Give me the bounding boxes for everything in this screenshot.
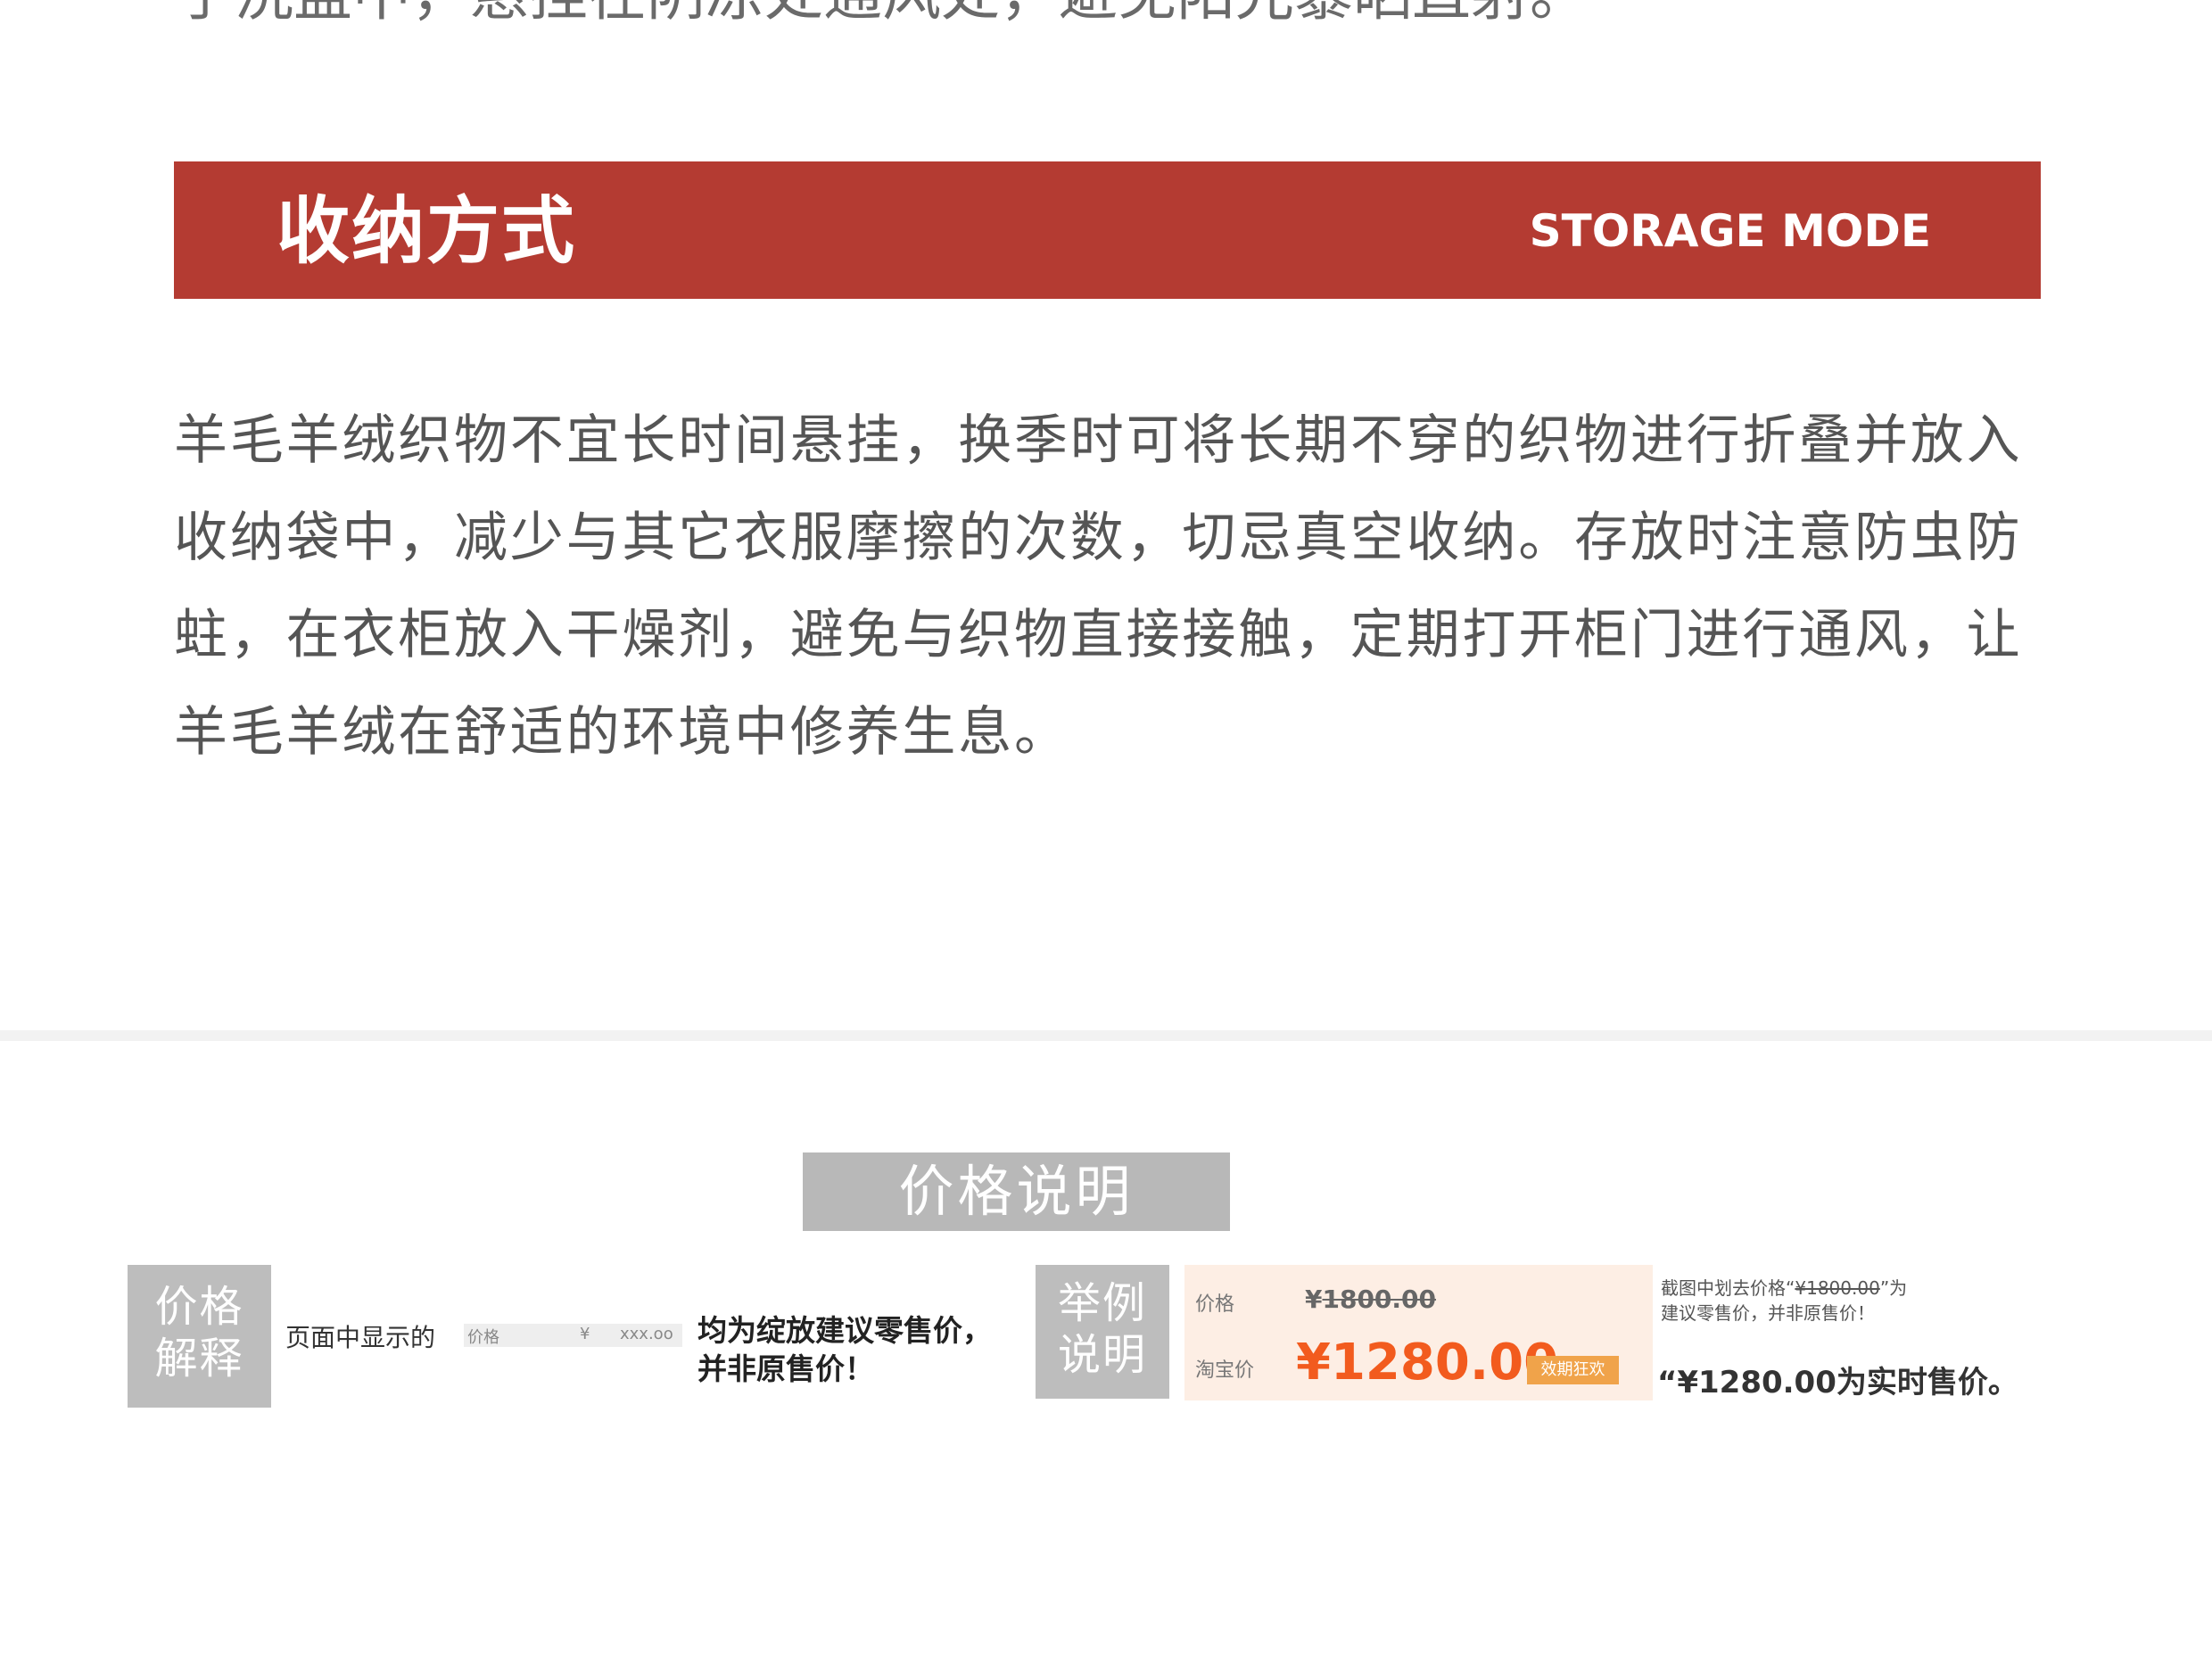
shown-price-label: 页面中显示的	[285, 1323, 436, 1352]
example-price-label: 价格	[1195, 1293, 1235, 1316]
previous-section-text: 手洗盆中，悬挂在阴凉处通风处，避免阳光暴晒直射。	[176, 0, 2049, 30]
price-notice-title: 价格说明	[803, 1152, 1230, 1231]
example-currency: ¥	[1305, 1285, 1323, 1314]
storage-instructions: 羊毛羊绒织物不宜长时间悬挂，换季时可将长期不穿的织物进行折叠并放入收纳袋中，减少…	[174, 409, 2023, 764]
price-explanation-box: 价格 解释	[128, 1265, 271, 1408]
price-note-small: 截图中划去价格“¥1800.00”为 建议零售价，并非原售价！	[1661, 1276, 1907, 1326]
mini-price-field: 价格 ¥ xxx.oo	[464, 1324, 682, 1347]
price-claim: 均为绽放建议零售价， 并非原售价！	[697, 1311, 992, 1388]
example-box-label: 举例 说明	[1036, 1265, 1169, 1399]
note-small-strike: ¥1800.00	[1795, 1277, 1880, 1299]
example-label-line2: 说明	[1057, 1330, 1147, 1380]
price-example-screenshot: 价格 ¥1800.00 淘宝价 ¥1280.00 效期狂欢	[1184, 1265, 1653, 1400]
price-note-realtime: “¥1280.00为实时售价。	[1657, 1365, 2018, 1400]
storage-mode-banner: 收纳方式 STORAGE MODE	[174, 161, 2041, 299]
price-explanation-line2: 解释	[154, 1334, 244, 1384]
example-label-line1: 举例	[1057, 1278, 1147, 1328]
example-taobao-label: 淘宝价	[1195, 1359, 1255, 1382]
example-promo-tag: 效期狂欢	[1527, 1356, 1619, 1384]
note-small-line1: 截图中划去价格“¥1800.00”为	[1661, 1276, 1907, 1301]
example-original-price: ¥1800.00	[1305, 1285, 1436, 1314]
note-small-line2: 建议零售价，并非原售价！	[1661, 1302, 1875, 1324]
section-title-en: STORAGE MODE	[1529, 205, 1931, 257]
note-small-suffix: ”为	[1879, 1277, 1908, 1299]
mini-field-value: xxx.oo	[620, 1325, 673, 1343]
example-original-value: 1800.00	[1322, 1285, 1437, 1314]
mini-field-currency: ¥	[580, 1325, 590, 1343]
note-small-prefix: 截图中划去价格“	[1661, 1277, 1795, 1299]
section-title-zh: 收纳方式	[276, 189, 577, 274]
price-explanation-line1: 价格	[154, 1282, 244, 1332]
example-current-price: ¥1280.00	[1296, 1334, 1559, 1392]
mini-field-label: 价格	[467, 1328, 499, 1347]
section-divider	[0, 1030, 2212, 1041]
price-claim-line1: 均为绽放建议零售价，	[697, 1313, 992, 1348]
price-claim-line2: 并非原售价！	[697, 1351, 874, 1386]
